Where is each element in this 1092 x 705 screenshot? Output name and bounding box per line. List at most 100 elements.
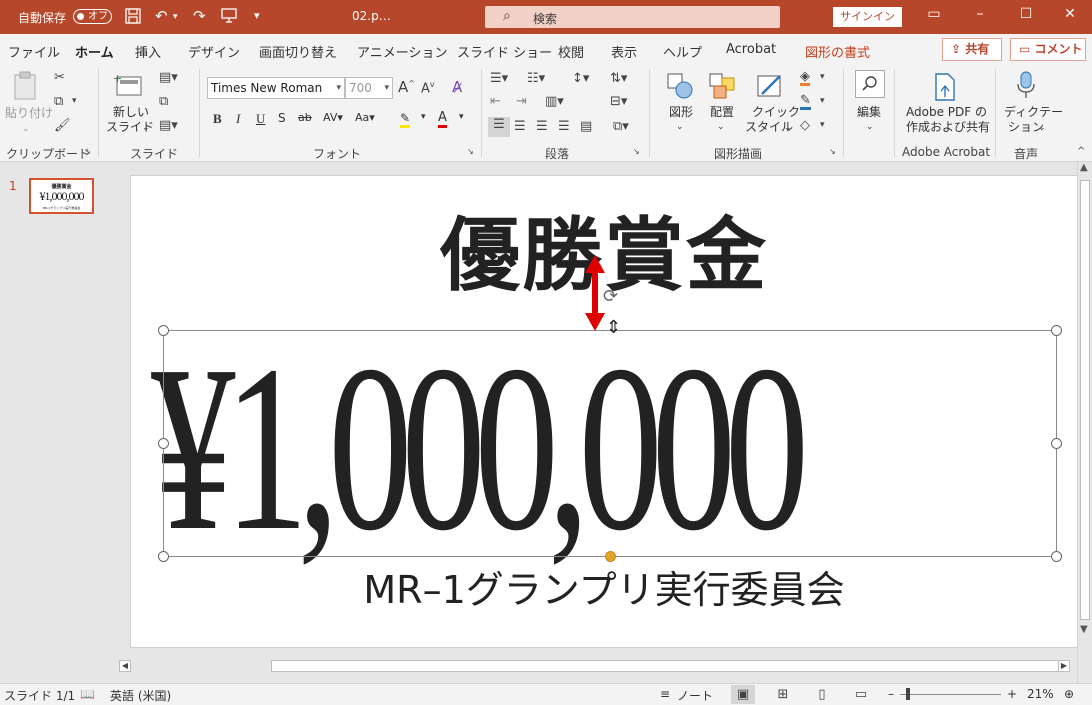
slide-sorter-icon[interactable]: ⊞ bbox=[771, 685, 795, 704]
shadow-icon[interactable]: S bbox=[278, 111, 286, 125]
collapse-ribbon-icon[interactable]: ^ bbox=[1077, 146, 1085, 157]
scroll-right-icon[interactable]: ▶ bbox=[1058, 660, 1070, 672]
adobe-pdf-label-1[interactable]: Adobe PDF の bbox=[906, 105, 987, 120]
tab-transitions[interactable]: 画面切り替え bbox=[259, 42, 337, 61]
normal-view-icon[interactable]: ▣ bbox=[731, 685, 755, 704]
shape-effects-dropdown-icon[interactable]: ▾ bbox=[820, 120, 825, 130]
vertical-scrollbar[interactable]: ▲ ▼ bbox=[1077, 162, 1092, 683]
new-slide-label-1[interactable]: 新しい bbox=[113, 105, 149, 120]
increase-font-icon[interactable]: A^ bbox=[398, 78, 415, 96]
tab-home[interactable]: ホーム bbox=[75, 42, 114, 67]
signin-button[interactable]: サインイン bbox=[833, 7, 902, 27]
tab-view[interactable]: 表示 bbox=[611, 42, 637, 61]
tab-help[interactable]: ヘルプ bbox=[663, 42, 702, 61]
scroll-left-icon[interactable]: ◀ bbox=[119, 660, 131, 672]
dictate-dropdown-icon[interactable]: ⌄ bbox=[1038, 121, 1046, 136]
align-right-icon[interactable]: ☰ bbox=[536, 119, 548, 134]
share-button[interactable]: ⇪ 共有 bbox=[942, 38, 1002, 61]
line-spacing-icon[interactable]: ↕▾ bbox=[572, 71, 589, 86]
highlight-dropdown-icon[interactable]: ▾ bbox=[421, 111, 426, 122]
undo-dropdown-icon[interactable]: ▾ bbox=[173, 12, 178, 22]
shape-fill-dropdown-icon[interactable]: ▾ bbox=[820, 72, 825, 82]
maximize-button[interactable]: ☐ bbox=[1014, 6, 1038, 22]
spellcheck-icon[interactable]: 📖 bbox=[80, 687, 95, 701]
format-painter-icon[interactable]: 🖌 bbox=[54, 118, 71, 133]
edit-label[interactable]: 編集 bbox=[857, 105, 881, 120]
selection-box[interactable] bbox=[163, 330, 1057, 557]
italic-icon[interactable]: I bbox=[236, 111, 240, 127]
horizontal-scroll-thumb[interactable] bbox=[271, 660, 1059, 672]
zoom-slider[interactable] bbox=[900, 694, 1001, 695]
paragraph-launcher-icon[interactable]: ↘ bbox=[633, 147, 640, 156]
font-color-icon[interactable]: A bbox=[438, 111, 447, 128]
tab-review[interactable]: 校閲 bbox=[558, 42, 584, 61]
zoom-in-icon[interactable]: + bbox=[1007, 687, 1017, 701]
arrange-dropdown-icon[interactable]: ⌄ bbox=[717, 120, 725, 135]
save-icon[interactable] bbox=[124, 7, 142, 29]
smartart-icon[interactable]: ⧉▾ bbox=[613, 119, 629, 134]
adobe-pdf-icon[interactable] bbox=[932, 72, 960, 101]
drawing-launcher-icon[interactable]: ↘ bbox=[829, 147, 836, 156]
tab-design[interactable]: デザイン bbox=[188, 42, 240, 61]
slideshow-icon[interactable]: ▭ bbox=[849, 685, 873, 704]
resize-handle-right[interactable] bbox=[1051, 438, 1062, 449]
edit-dropdown-icon[interactable]: ⌄ bbox=[866, 120, 874, 135]
horizontal-scrollbar[interactable]: ◀ ▶ bbox=[115, 658, 1077, 674]
align-left-icon[interactable]: ☰ bbox=[488, 117, 510, 137]
clipboard-launcher-icon[interactable]: ↘ bbox=[84, 147, 91, 156]
decrease-font-icon[interactable]: Av bbox=[421, 80, 435, 96]
notes-button[interactable]: ノート bbox=[677, 687, 713, 704]
tab-animations[interactable]: アニメーション bbox=[357, 42, 447, 61]
tab-shape-format[interactable]: 図形の書式 bbox=[805, 42, 870, 61]
section-icon[interactable]: ▤▾ bbox=[159, 118, 178, 133]
zoom-slider-knob[interactable] bbox=[906, 688, 910, 700]
arrange-label[interactable]: 配置 bbox=[710, 105, 734, 120]
undo-icon[interactable]: ↶ bbox=[155, 7, 168, 25]
dictate-label-1[interactable]: ディクテー bbox=[1004, 105, 1063, 120]
quick-style-dropdown-icon[interactable]: ⌄ bbox=[784, 121, 792, 136]
search-box[interactable]: ⌕ 検索 bbox=[485, 6, 780, 28]
shape-effects-icon[interactable]: ◇ bbox=[800, 118, 810, 133]
justify-icon[interactable]: ☰ bbox=[558, 119, 570, 134]
tab-slideshow[interactable]: スライド ショー bbox=[457, 42, 552, 61]
comment-button[interactable]: ▭ コメント bbox=[1010, 38, 1086, 61]
layout-icon[interactable]: ▤▾ bbox=[159, 70, 178, 85]
tab-file[interactable]: ファイル bbox=[8, 42, 60, 61]
zoom-level[interactable]: 21% bbox=[1027, 687, 1054, 701]
paste-label[interactable]: 貼り付け bbox=[5, 106, 53, 121]
highlight-icon[interactable]: ✎ bbox=[400, 111, 411, 128]
shape-outline-icon[interactable]: ✎ bbox=[800, 94, 811, 110]
quick-style-label-1[interactable]: クイック bbox=[752, 105, 800, 120]
ribbon-display-icon[interactable]: ▭ bbox=[922, 6, 946, 22]
copy-dropdown-icon[interactable]: ▾ bbox=[72, 96, 77, 106]
new-slide-dropdown-icon[interactable]: ⌄ bbox=[142, 121, 150, 136]
resize-handle-bottom-right[interactable] bbox=[1051, 551, 1062, 562]
notes-icon[interactable]: ≡ bbox=[660, 687, 670, 701]
fit-slide-icon[interactable]: ⊕ bbox=[1064, 687, 1074, 701]
scroll-up-icon[interactable]: ▲ bbox=[1080, 162, 1088, 173]
adobe-pdf-label-2[interactable]: 作成および共有 bbox=[906, 120, 990, 135]
shapes-icon[interactable] bbox=[666, 72, 694, 100]
resize-handle-bottom-left[interactable] bbox=[158, 551, 169, 562]
columns-icon[interactable]: ▥▾ bbox=[545, 94, 564, 109]
language-label[interactable]: 英語 (米国) bbox=[110, 687, 171, 704]
distribute-icon[interactable]: ▤ bbox=[580, 119, 592, 134]
scroll-down-icon[interactable]: ▼ bbox=[1080, 624, 1088, 635]
underline-icon[interactable]: U bbox=[256, 111, 265, 127]
minimize-button[interactable]: – bbox=[968, 6, 992, 22]
shapes-label[interactable]: 図形 bbox=[669, 105, 693, 120]
close-button[interactable]: ✕ bbox=[1058, 6, 1082, 22]
adjust-handle-bottom[interactable] bbox=[605, 551, 616, 562]
microphone-icon[interactable] bbox=[1014, 70, 1042, 98]
increase-indent-icon[interactable]: ⇥ bbox=[516, 94, 527, 109]
zoom-out-icon[interactable]: – bbox=[888, 687, 894, 701]
align-center-icon[interactable]: ☰ bbox=[514, 119, 526, 134]
char-spacing-icon[interactable]: AV▾ bbox=[323, 111, 343, 124]
paste-icon[interactable] bbox=[12, 70, 40, 100]
autosave-toggle[interactable]: オフ bbox=[73, 9, 112, 24]
font-color-dropdown-icon[interactable]: ▾ bbox=[459, 111, 464, 122]
arrange-icon[interactable] bbox=[708, 72, 736, 100]
reading-view-icon[interactable]: ▯ bbox=[810, 685, 834, 704]
find-icon[interactable] bbox=[855, 70, 885, 98]
font-size-combo[interactable]: 700 ▾ bbox=[345, 77, 393, 99]
